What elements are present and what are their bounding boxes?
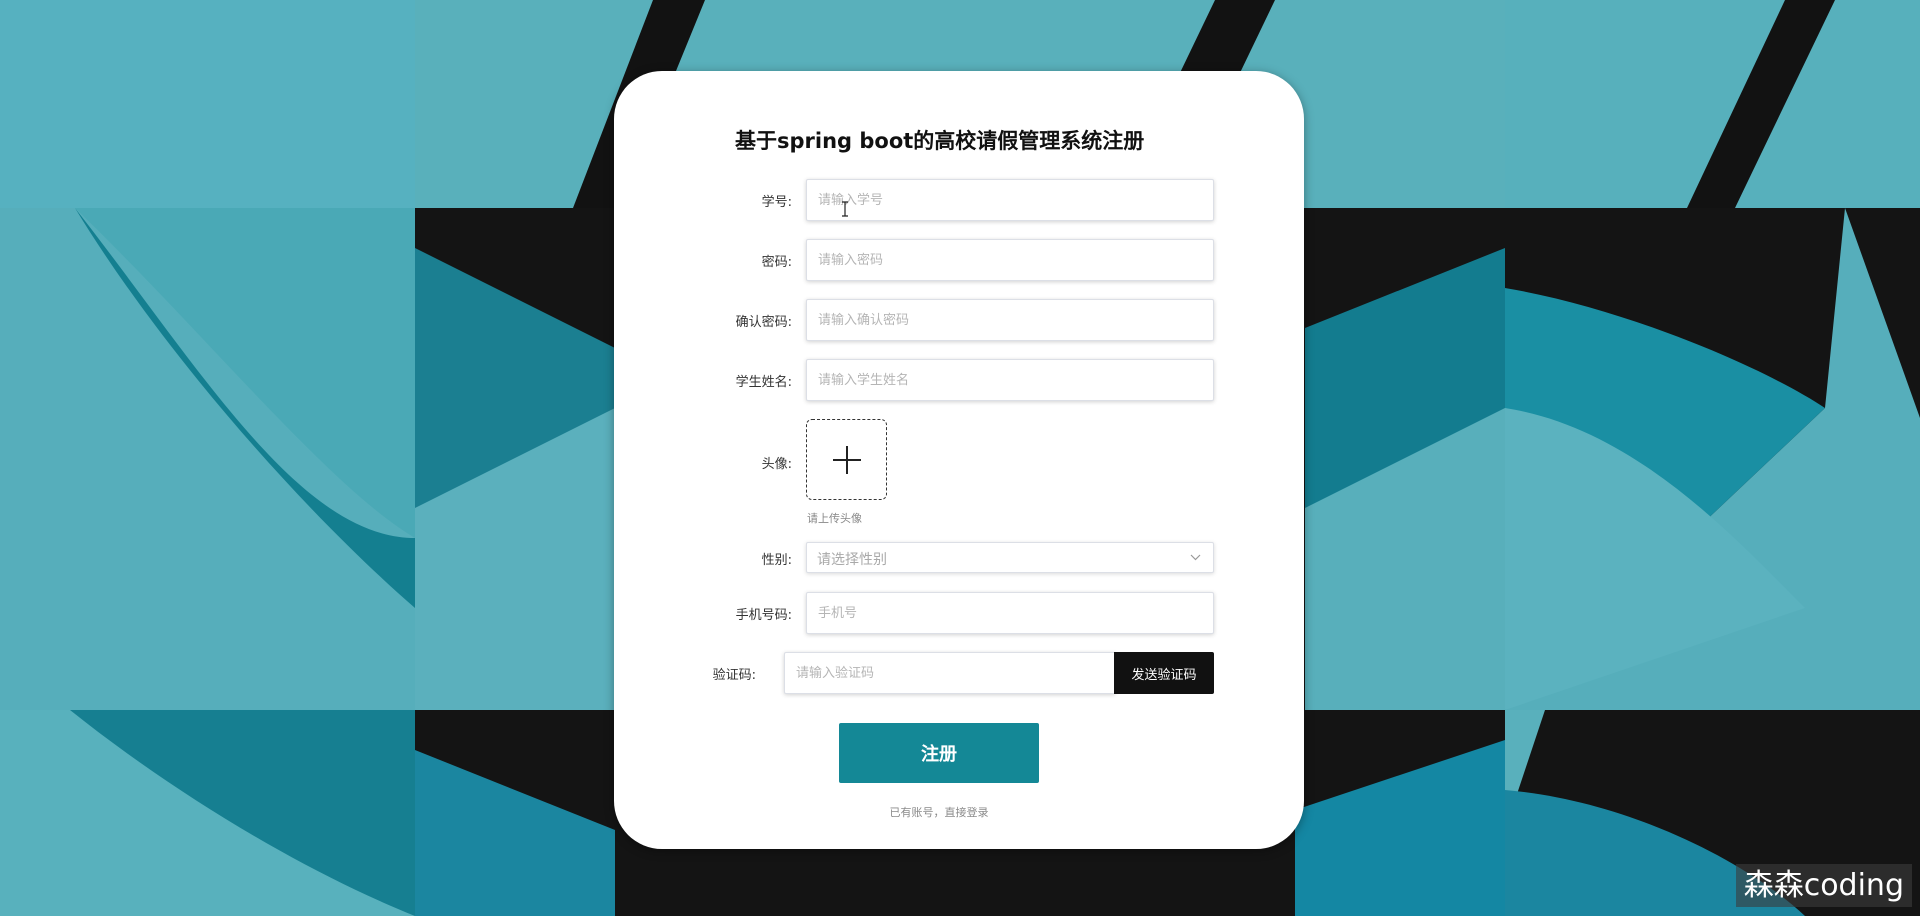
avatar-upload-tip: 请上传头像 [807,512,862,525]
register-card: 基于spring boot的高校请假管理系统注册 学号: 密码: 确认密码: 学… [614,71,1304,849]
watermark: 森森coding [1735,864,1912,907]
send-code-button[interactable]: 发送验证码 [1114,652,1214,694]
student-name-label: 学生姓名: [735,375,792,390]
text-cursor-icon [842,201,848,217]
chevron-down-icon [1190,554,1201,561]
register-button[interactable]: 注册 [839,723,1039,783]
password-input[interactable] [806,239,1214,281]
student-id-input[interactable] [806,179,1214,221]
avatar-label: 头像: [761,457,792,472]
password-label: 密码: [761,255,792,270]
gender-select-placeholder: 请选择性别 [817,552,887,568]
gender-label: 性别: [761,553,792,568]
avatar-upload-button[interactable] [806,419,887,500]
verification-code-label: 验证码: [712,668,756,683]
verification-code-input[interactable] [784,652,1115,694]
phone-input[interactable] [806,592,1214,634]
gender-select[interactable]: 请选择性别 [806,542,1214,573]
page-title: 基于spring boot的高校请假管理系统注册 [735,129,1145,153]
phone-label: 手机号码: [735,608,792,623]
plus-icon [833,446,861,474]
login-link[interactable]: 已有账号，直接登录 [614,804,1264,820]
student-name-input[interactable] [806,359,1214,401]
confirm-password-label: 确认密码: [735,315,792,330]
student-id-label: 学号: [761,195,792,210]
confirm-password-input[interactable] [806,299,1214,341]
